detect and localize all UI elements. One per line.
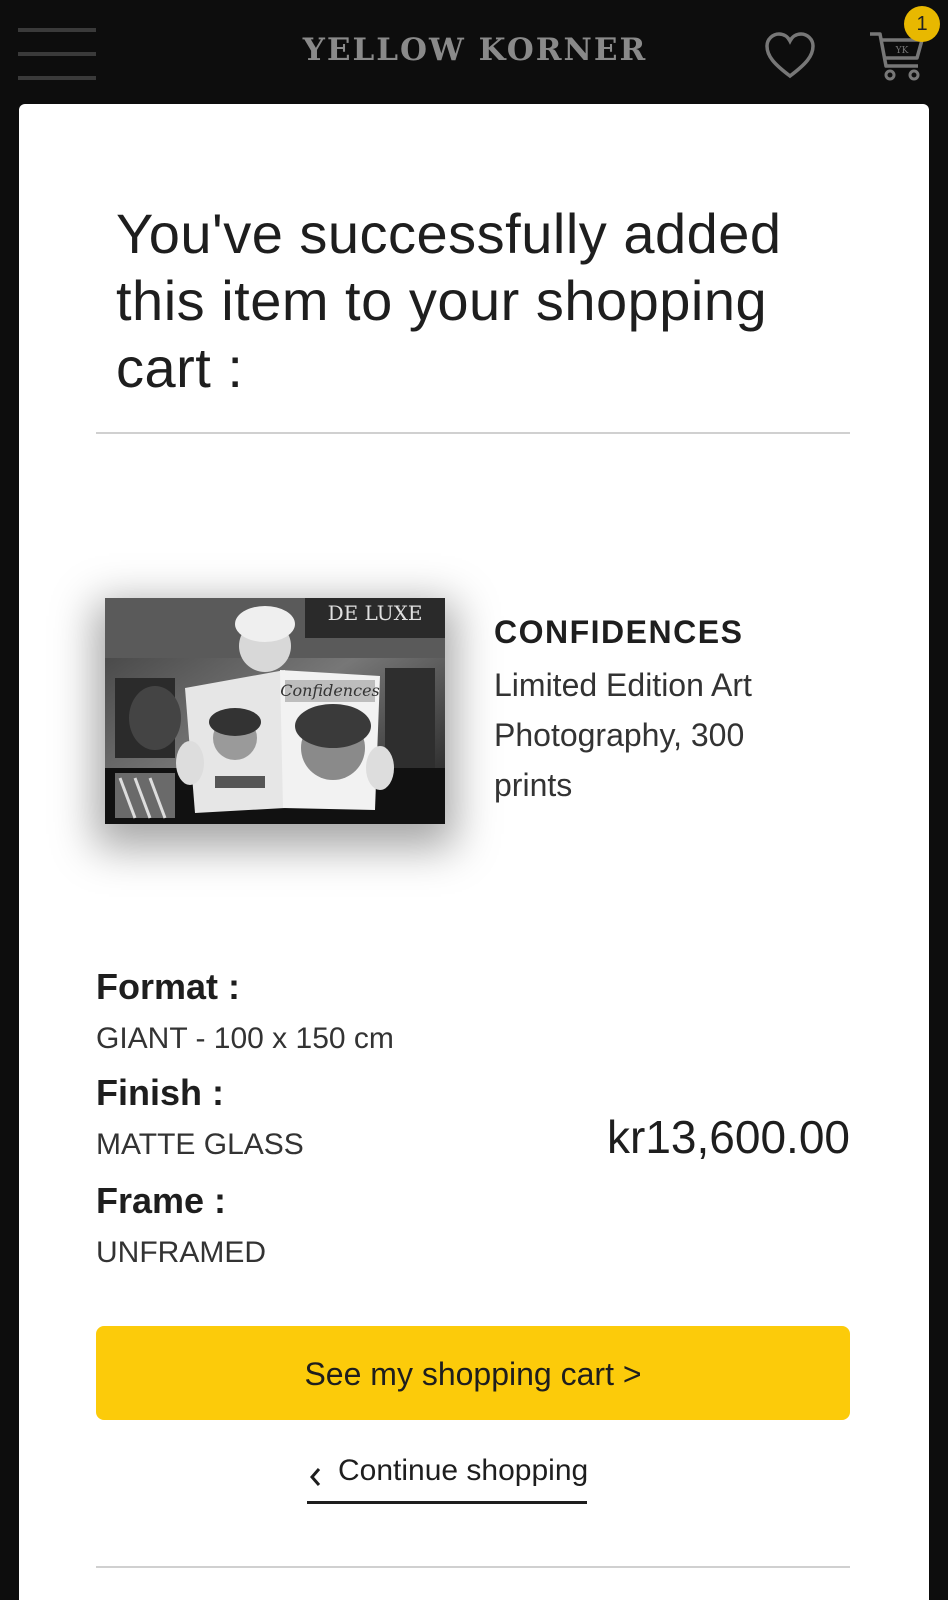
finish-label: Finish : [96, 1072, 224, 1113]
format-label: Format : [96, 966, 240, 1007]
product-price: kr13,600.00 [607, 1111, 850, 1163]
added-to-cart-modal: You've successfully added this item to y… [19, 104, 929, 1600]
brand-logo[interactable]: YELLOW KORNER [260, 32, 690, 68]
menu-icon[interactable] [18, 28, 96, 84]
divider-top [96, 432, 850, 434]
product-image[interactable]: DE LUXE Confidences [105, 598, 445, 824]
frame-value: UNFRAMED [96, 1236, 266, 1269]
finish-value: MATTE GLASS [96, 1128, 304, 1161]
photo-sign-text: DE LUXE [328, 601, 423, 625]
cart-icon-text: YK [895, 46, 909, 56]
cart-count-badge: 1 [904, 6, 940, 42]
photo-magazine-text: Confidences [280, 681, 380, 700]
continue-shopping-label: Continue shopping [338, 1454, 589, 1487]
wishlist-heart-icon[interactable] [764, 30, 816, 82]
chevron-left-icon [310, 1468, 321, 1486]
continue-shopping-link[interactable]: Continue shopping [307, 1454, 589, 1504]
divider-bottom [96, 1566, 850, 1568]
product-photo: DE LUXE Confidences [105, 598, 445, 824]
format-value: GIANT - 100 x 150 cm [96, 1022, 394, 1055]
see-shopping-cart-button[interactable]: See my shopping cart > [96, 1326, 850, 1420]
product-name[interactable]: CONFIDENCES [494, 614, 743, 651]
product-description: Limited Edition Art Photography, 300 pri… [494, 667, 752, 803]
frame-label: Frame : [96, 1180, 227, 1221]
modal-heading: You've successfully added this item to y… [116, 202, 782, 399]
top-bar: YELLOW KORNER YK 1 [0, 0, 948, 104]
